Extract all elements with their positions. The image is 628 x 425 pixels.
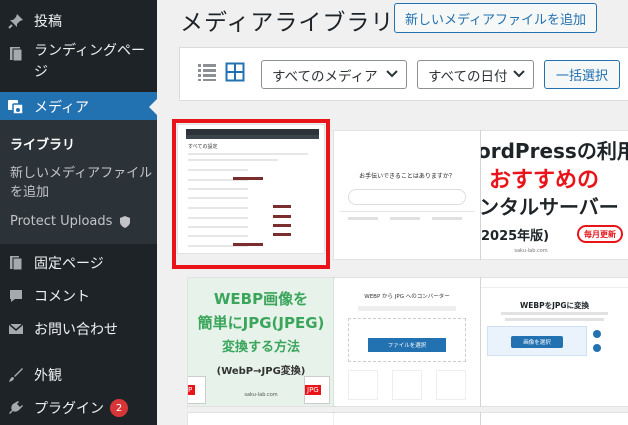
menu-label-appearance: 外観: [34, 368, 62, 384]
active-arrow: [149, 99, 157, 115]
chevron-down-icon: [386, 70, 398, 78]
menu-label-contact: お問い合わせ: [34, 322, 118, 338]
shield-icon: [120, 215, 131, 228]
thumb-input-box: [348, 189, 466, 205]
menu-item-plugins[interactable]: プラグイン 2: [0, 395, 157, 421]
thumb-monthly-badge: 毎月更新: [577, 225, 623, 243]
wp-admin-screen: 投稿 ランディングペー ジ メディア ライブラリ 新しいメディアファイル を追加…: [0, 0, 628, 425]
thumb-card: [348, 370, 378, 400]
comment-icon: [7, 287, 25, 305]
menu-item-posts[interactable]: 投稿: [0, 8, 157, 34]
media-thumbnail[interactable]: [334, 413, 480, 425]
media-thumbnail[interactable]: お手伝いできることはありますか？: [334, 131, 480, 259]
page-icon: [7, 254, 25, 272]
list-view-icon[interactable]: [197, 62, 217, 86]
menu-label-media: メディア: [34, 100, 90, 116]
page-title: メディアライブラリ: [180, 10, 395, 36]
thumb-dot: [593, 344, 601, 352]
admin-sidebar: 投稿 ランディングペー ジ メディア ライブラリ 新しいメディアファイル を追加…: [0, 0, 157, 425]
pages-icon: [7, 45, 25, 63]
thumb-divider: [340, 211, 474, 212]
submenu-library[interactable]: ライブラリ: [10, 136, 75, 155]
thumb-file-icon: P: [188, 376, 206, 404]
grid-view-icon[interactable]: [225, 62, 245, 86]
submenu-protect-uploads[interactable]: Protect Uploads: [10, 212, 131, 231]
mail-icon: [7, 320, 25, 338]
selection-highlight: [172, 119, 330, 269]
menu-label-plugins: プラグイン: [34, 401, 104, 417]
thumb-line: [505, 318, 604, 321]
menu-label-comments: コメント: [34, 289, 90, 305]
thumb-footer: saku-lab.com: [514, 248, 548, 254]
thumb-title-line1: ordPressの利用: [481, 139, 628, 163]
thumb-title-line2: おすすめの: [489, 168, 600, 193]
thumb-choose-file-button: ファイルを選択: [368, 338, 446, 352]
thumb-heading: WEBPをJPGに変換: [519, 301, 590, 310]
thumb-heading: WEBP から JPG へのコンバーター: [364, 294, 450, 300]
media-thumbnail[interactable]: WEBP画像を 簡単にJPG(JPEG) 変換する方法 (WebP→JPG変換)…: [188, 278, 334, 406]
media-thumbnail[interactable]: [188, 413, 334, 425]
thumb-nav: [481, 278, 628, 288]
thumb-title-line2: 簡単にJPG(JPEG): [197, 314, 325, 332]
menu-item-appearance[interactable]: 外観: [0, 362, 157, 388]
date-filter[interactable]: すべての日付: [417, 60, 534, 89]
add-new-media-button[interactable]: 新しいメディアファイルを追加: [394, 3, 597, 33]
submenu-protect-label: Protect Uploads: [10, 214, 113, 229]
thumb-dot: [593, 330, 601, 338]
thumb-line: [348, 217, 378, 220]
media-thumbnail[interactable]: ordPressの利用 おすすめの ンタルサーバー 2025年版) 毎月更新 s…: [481, 131, 628, 259]
menu-label-fixed-page: 固定ページ: [34, 256, 104, 272]
thumb-title-line1: WEBP画像を: [213, 290, 309, 308]
thumb-footer: saku-lab.com: [244, 392, 278, 398]
menu-item-comments[interactable]: コメント: [0, 283, 157, 309]
thumb-card: [392, 370, 422, 400]
pushpin-icon: [7, 12, 25, 30]
media-submenu: ライブラリ 新しいメディアファイル を追加 Protect Uploads: [0, 120, 157, 244]
thumb-title-line4: (WebP→JPG変換): [216, 366, 306, 377]
menu-item-media[interactable]: メディア: [0, 92, 157, 122]
media-thumbnail[interactable]: WEBP から JPG へのコンバーター ファイルを選択: [334, 278, 480, 406]
brush-icon: [7, 366, 25, 384]
thumb-line: [432, 217, 462, 220]
chevron-down-icon: [513, 70, 525, 78]
thumb-line: [390, 217, 420, 220]
menu-item-contact[interactable]: お問い合わせ: [0, 316, 157, 342]
thumb-title-line4: 2025年版): [481, 229, 550, 244]
media-type-filter-value: すべてのメディア: [272, 68, 378, 85]
thumb-card: [436, 370, 466, 400]
media-thumbnail[interactable]: WEBPをJPGに変換 画像を選択: [481, 278, 628, 406]
submenu-add-new[interactable]: 新しいメディアファイル を追加: [10, 164, 152, 202]
media-type-filter[interactable]: すべてのメディア: [261, 60, 407, 89]
thumb-select-row: [358, 306, 456, 311]
menu-item-fixed-page[interactable]: 固定ページ: [0, 250, 157, 276]
plug-icon: [7, 399, 25, 417]
bulk-select-button[interactable]: 一括選択: [544, 60, 620, 89]
thumb-title-line3: 変換する方法: [221, 340, 300, 355]
thumb-title-line3: ンタルサーバー: [481, 195, 619, 219]
media-thumbnail[interactable]: [481, 413, 628, 425]
date-filter-value: すべての日付: [428, 68, 508, 85]
menu-label-posts: 投稿: [34, 14, 62, 30]
menu-label-landing: ランディングペー ジ: [34, 43, 146, 80]
menu-item-landing[interactable]: ランディングペー ジ: [0, 41, 157, 85]
update-count-badge: 2: [110, 399, 128, 417]
thumb-file-icon: JPG: [304, 376, 330, 404]
media-toolbar: すべてのメディア すべての日付 一括選択: [179, 47, 628, 101]
media-icon: [7, 98, 25, 116]
thumb-question: お手伝いできることはありますか？: [359, 173, 455, 180]
thumb-line: [501, 312, 608, 315]
thumb-select-image-button: 画像を選択: [511, 336, 563, 348]
